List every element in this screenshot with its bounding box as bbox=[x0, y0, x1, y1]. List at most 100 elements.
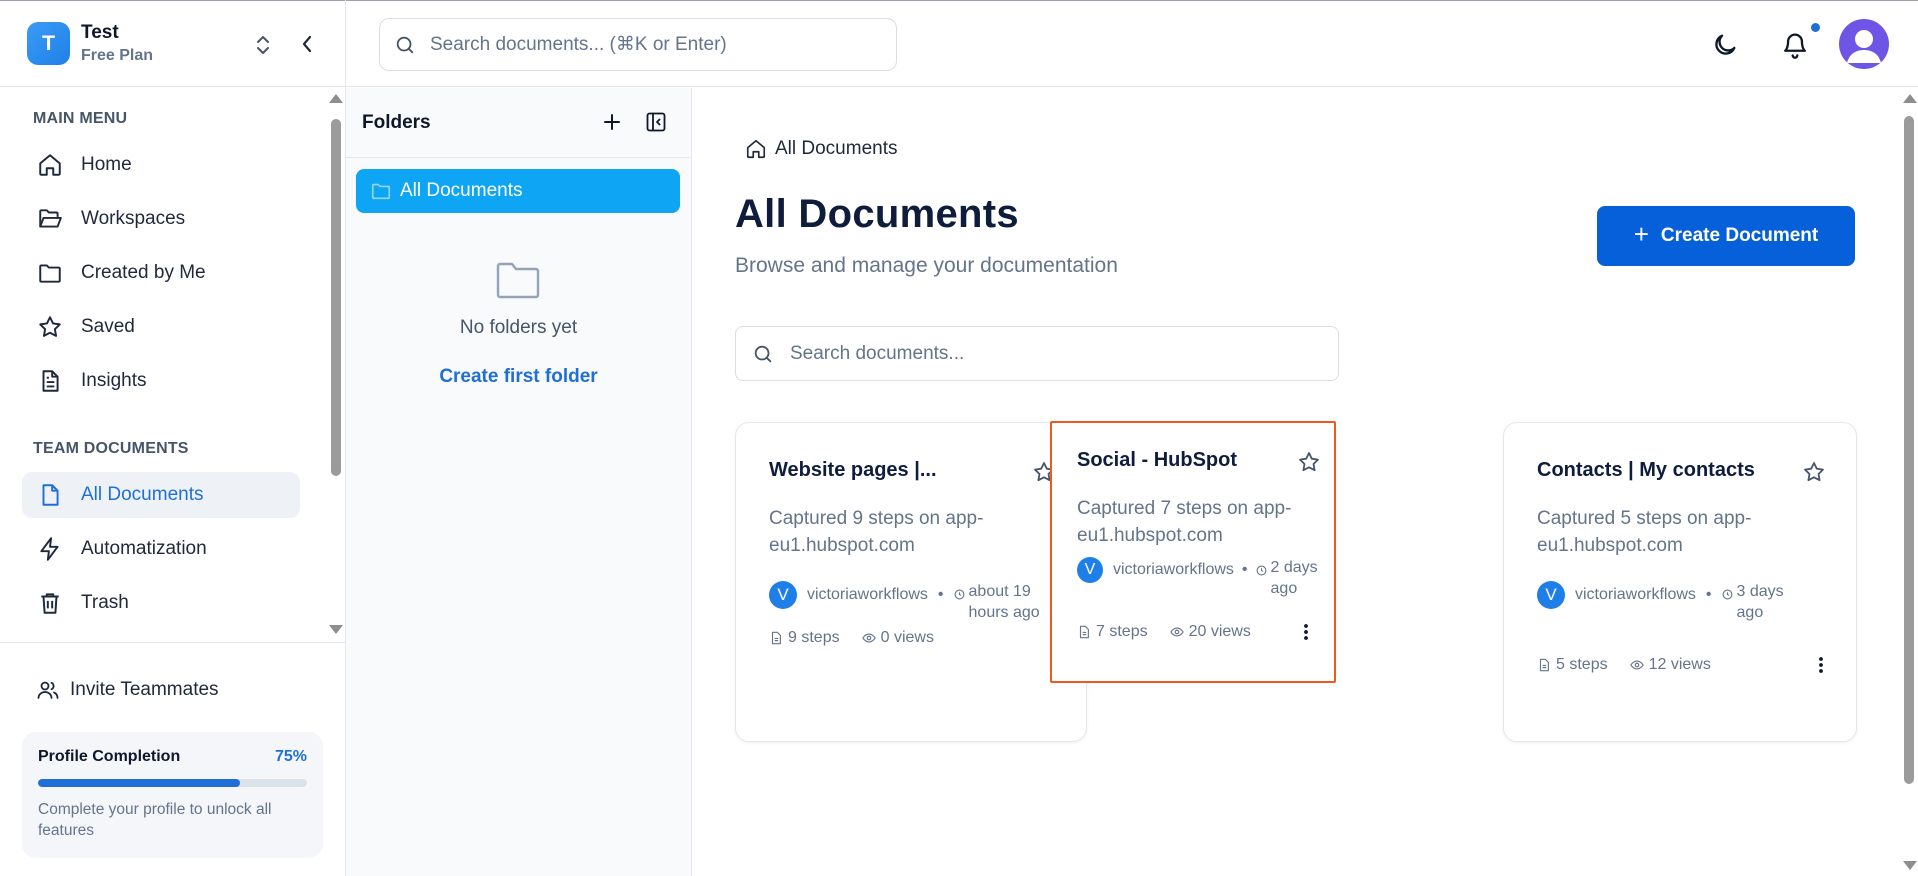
scroll-thumb[interactable] bbox=[1904, 116, 1914, 784]
profile-completion-card[interactable]: Profile Completion 75% Complete your pro… bbox=[22, 732, 323, 858]
workspace-logo: T bbox=[27, 22, 70, 65]
sidebar-item-trash[interactable]: Trash bbox=[22, 580, 300, 626]
document-views: 0 views bbox=[861, 629, 934, 647]
document-card[interactable]: Contacts | My contacts Captured 5 steps … bbox=[1503, 422, 1857, 742]
document-search-input[interactable] bbox=[790, 342, 1310, 365]
more-vertical-icon[interactable] bbox=[1295, 621, 1317, 643]
scroll-down-arrow[interactable] bbox=[329, 625, 343, 634]
document-views-label: 12 views bbox=[1648, 656, 1711, 673]
profile-progress-fill bbox=[38, 779, 240, 787]
create-document-button[interactable]: + Create Document bbox=[1597, 206, 1855, 266]
bell-icon[interactable] bbox=[1781, 30, 1809, 60]
sidebar-item-label: Home bbox=[81, 154, 132, 175]
workspace-plan: Free Plan bbox=[81, 47, 154, 64]
page-title: All Documents bbox=[735, 192, 1019, 236]
plus-icon[interactable] bbox=[600, 110, 624, 134]
star-icon[interactable] bbox=[1802, 460, 1826, 484]
star-icon[interactable] bbox=[1297, 450, 1321, 474]
more-vertical-icon[interactable] bbox=[1810, 654, 1832, 676]
document-meta: V victoriaworkflows • 2 days ago bbox=[1077, 557, 1332, 599]
sidebar-item-created-by-me[interactable]: Created by Me bbox=[22, 250, 300, 296]
author-name: victoriaworkflows bbox=[1575, 586, 1696, 603]
main-menu-title: MAIN MENU bbox=[33, 110, 128, 127]
team-documents-title: TEAM DOCUMENTS bbox=[33, 440, 189, 457]
workspace-header[interactable]: T Test Free Plan bbox=[0, 0, 345, 87]
users-icon bbox=[37, 681, 59, 699]
eye-icon bbox=[861, 633, 876, 643]
clock-icon bbox=[954, 589, 964, 600]
folders-panel: Folders All Documents No folders yet Cre… bbox=[346, 88, 692, 876]
user-avatar[interactable] bbox=[1839, 19, 1889, 69]
scroll-down-arrow[interactable] bbox=[1903, 861, 1917, 870]
document-steps: 7 steps bbox=[1096, 623, 1148, 640]
document-time: about 19 hours ago bbox=[968, 583, 1040, 621]
profile-progress-bar bbox=[38, 779, 307, 787]
panel-collapse-icon[interactable] bbox=[644, 110, 668, 134]
sidebar-item-label: Workspaces bbox=[81, 208, 186, 229]
folders-title: Folders bbox=[362, 112, 431, 133]
document-search[interactable] bbox=[735, 326, 1339, 381]
document-stats: 9 steps 0 views bbox=[769, 627, 1064, 649]
profile-completion-percent: 75% bbox=[274, 748, 307, 765]
notification-dot bbox=[1811, 23, 1820, 32]
folder-icon bbox=[36, 259, 64, 287]
document-card[interactable]: Website pages |... Captured 9 steps on a… bbox=[735, 422, 1087, 742]
global-search[interactable] bbox=[379, 18, 897, 71]
document-stats: 7 steps 20 views bbox=[1077, 621, 1317, 643]
profile-completion-description: Complete your profile to unlock all feat… bbox=[38, 801, 272, 839]
main-scrollbar[interactable] bbox=[1900, 88, 1918, 876]
document-title[interactable]: Contacts | My contacts bbox=[1537, 459, 1807, 482]
separator-dot: • bbox=[1241, 561, 1248, 578]
sidebar-item-insights[interactable]: Insights bbox=[22, 358, 300, 404]
document-time: 3 days ago bbox=[1736, 583, 1784, 621]
sidebar-item-saved[interactable]: Saved bbox=[22, 304, 300, 350]
separator-dot: • bbox=[1705, 586, 1712, 603]
separator-dot: • bbox=[937, 586, 944, 603]
document-views: 20 views bbox=[1169, 623, 1251, 641]
document-card-highlighted[interactable]: Social - HubSpot Captured 7 steps on app… bbox=[1050, 421, 1336, 683]
folder-item-all-documents[interactable]: All Documents bbox=[356, 169, 680, 213]
document-views: 12 views bbox=[1629, 656, 1711, 674]
chevron-left-icon[interactable] bbox=[297, 33, 317, 55]
scroll-up-arrow[interactable] bbox=[329, 94, 343, 103]
sidebar: T Test Free Plan MAIN MENU Home Workspac… bbox=[0, 0, 346, 876]
sidebar-divider bbox=[0, 642, 345, 643]
sidebar-item-automatization[interactable]: Automatization bbox=[22, 526, 300, 572]
document-title[interactable]: Website pages |... bbox=[769, 459, 1039, 482]
folders-header: Folders bbox=[346, 88, 691, 158]
sidebar-item-workspaces[interactable]: Workspaces bbox=[22, 196, 300, 242]
breadcrumb[interactable]: All Documents bbox=[745, 138, 898, 160]
no-folders-text: No folders yet bbox=[459, 317, 578, 338]
document-time: 2 days ago bbox=[1270, 559, 1318, 597]
sidebar-item-label: Automatization bbox=[81, 538, 207, 559]
sidebar-item-all-documents[interactable]: All Documents bbox=[22, 472, 300, 518]
file-icon bbox=[771, 631, 781, 645]
author-avatar: V bbox=[1077, 557, 1103, 583]
empty-folder-icon bbox=[496, 262, 540, 299]
author-avatar: V bbox=[769, 581, 797, 609]
create-first-folder-link[interactable]: Create first folder bbox=[346, 366, 691, 388]
document-meta: V victoriaworkflows • about 19 hours ago bbox=[769, 581, 1069, 623]
file-icon bbox=[36, 481, 64, 509]
clock-icon bbox=[1256, 565, 1266, 576]
document-description: Captured 7 steps on app-eu1.hubspot.com bbox=[1077, 498, 1292, 546]
moon-icon[interactable] bbox=[1711, 31, 1739, 59]
sidebar-item-home[interactable]: Home bbox=[22, 142, 300, 188]
global-search-input[interactable] bbox=[430, 33, 870, 56]
scroll-up-arrow[interactable] bbox=[1903, 94, 1917, 103]
home-icon bbox=[746, 139, 766, 159]
scroll-thumb[interactable] bbox=[331, 119, 341, 476]
sidebar-scrollbar[interactable] bbox=[329, 94, 343, 634]
chevron-up-down-icon[interactable] bbox=[253, 33, 273, 57]
breadcrumb-label: All Documents bbox=[775, 138, 898, 159]
file-icon bbox=[1539, 658, 1549, 672]
star-icon bbox=[36, 313, 64, 341]
invite-teammates-button[interactable]: Invite Teammates bbox=[36, 678, 219, 702]
create-document-label: Create Document bbox=[1660, 225, 1819, 246]
lightning-icon bbox=[36, 535, 64, 563]
main-content: All Documents All Documents Browse and m… bbox=[692, 88, 1918, 876]
sidebar-item-label: Saved bbox=[81, 316, 135, 337]
author-avatar: V bbox=[1537, 581, 1565, 609]
search-icon bbox=[396, 36, 414, 53]
sidebar-item-label: All Documents bbox=[81, 484, 204, 505]
